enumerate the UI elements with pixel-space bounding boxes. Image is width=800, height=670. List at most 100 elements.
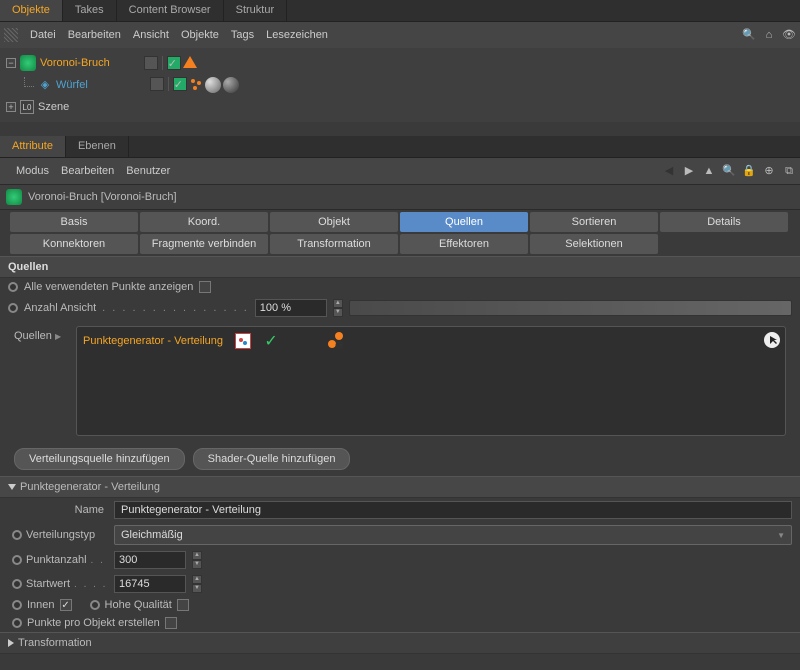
warning-icon[interactable] <box>183 56 197 68</box>
add-shader-button[interactable]: Shader-Quelle hinzufügen <box>193 448 351 470</box>
input-seed[interactable] <box>114 575 186 593</box>
subtab-transform[interactable]: Transformation <box>270 234 398 254</box>
tab-attribute[interactable]: Attribute <box>0 136 66 157</box>
param-anim-dot[interactable] <box>12 579 22 589</box>
menu-objects[interactable]: Objekte <box>181 29 219 41</box>
checkbox-points-per-obj[interactable] <box>165 617 177 629</box>
grip-icon <box>4 28 18 42</box>
cursor-icon <box>763 331 781 352</box>
source-type-icon[interactable] <box>235 333 251 349</box>
subtab-connectors[interactable]: Konnektoren <box>10 234 138 254</box>
checkbox-show-all-points[interactable] <box>199 281 211 293</box>
section-title-transform: Transformation <box>18 637 92 649</box>
section-header-pointgen[interactable]: Punktegenerator - Verteilung <box>0 476 800 498</box>
menu-bookmarks[interactable]: Lesezeichen <box>266 29 328 41</box>
tree-label-voronoi[interactable]: Voronoi-Bruch <box>40 57 110 69</box>
subtab-selections[interactable]: Selektionen <box>530 234 658 254</box>
tree-label-scene[interactable]: Szene <box>38 101 69 113</box>
tab-objects[interactable]: Objekte <box>0 0 63 21</box>
menu-view[interactable]: Ansicht <box>133 29 169 41</box>
nav-fwd-icon[interactable]: ▶ <box>682 164 696 178</box>
tree-row-voronoi[interactable]: − Voronoi-Bruch ✓ <box>0 52 800 74</box>
subtab-sort[interactable]: Sortieren <box>530 212 658 232</box>
subtab-effectors[interactable]: Effektoren <box>400 234 528 254</box>
home-icon[interactable]: ⌂ <box>762 28 776 42</box>
subtab-object[interactable]: Objekt <box>270 212 398 232</box>
tab-layers[interactable]: Ebenen <box>66 136 129 157</box>
expander-icon[interactable]: − <box>6 58 16 68</box>
param-anim-dot[interactable] <box>12 555 22 565</box>
expander-icon[interactable]: + <box>6 102 16 112</box>
search-icon[interactable]: 🔍 <box>742 28 756 42</box>
lock-icon[interactable]: 🔒 <box>742 164 756 178</box>
search-icon[interactable]: 🔍 <box>722 164 736 178</box>
tree-row-scene[interactable]: + L0 Szene <box>0 96 800 118</box>
attribute-subtabs: Basis Koord. Objekt Quellen Sortieren De… <box>0 210 800 256</box>
subtab-basis[interactable]: Basis <box>10 212 138 232</box>
layer-tag-icon[interactable] <box>144 56 158 70</box>
material-icon[interactable] <box>223 77 239 93</box>
layer-tag-icon[interactable] <box>150 77 164 91</box>
add-distribution-button[interactable]: Verteilungsquelle hinzufügen <box>14 448 185 470</box>
enable-tag-icon[interactable]: ✓ <box>173 77 187 91</box>
menu-file[interactable]: Datei <box>30 29 56 41</box>
tab-takes[interactable]: Takes <box>63 0 117 21</box>
dropdown-dist-type[interactable]: Gleichmäßig ▼ <box>114 525 792 545</box>
nav-up-icon[interactable]: ▲ <box>702 164 716 178</box>
top-tab-bar: Objekte Takes Content Browser Struktur <box>0 0 800 22</box>
menu-edit[interactable]: Bearbeiten <box>68 29 121 41</box>
spinner-count-view[interactable]: ▲▼ <box>333 299 343 317</box>
attribute-manager-menu: Modus Bearbeiten Benutzer ◀ ▶ ▲ 🔍 🔒 ⊕ ⧉ <box>0 158 800 184</box>
input-point-count[interactable] <box>114 551 186 569</box>
param-anim-dot[interactable] <box>8 303 18 313</box>
param-anim-dot[interactable] <box>12 600 22 610</box>
menu-tags[interactable]: Tags <box>231 29 254 41</box>
nav-back-icon[interactable]: ◀ <box>662 164 676 178</box>
param-point-count: Punktanzahl . . ▲▼ <box>0 548 800 572</box>
param-anim-dot[interactable] <box>8 282 18 292</box>
spinner-point-count[interactable]: ▲▼ <box>192 551 202 569</box>
new-window-icon[interactable]: ⧉ <box>782 164 796 178</box>
subtab-fraglink[interactable]: Fragmente verbinden <box>140 234 268 254</box>
material-icon[interactable] <box>205 77 221 93</box>
tab-content-browser[interactable]: Content Browser <box>117 0 224 21</box>
dots-icon[interactable] <box>189 77 203 91</box>
source-enabled-icon[interactable]: ✓ <box>263 333 279 349</box>
param-seed: Startwert . . . . ▲▼ <box>0 572 800 596</box>
target-icon[interactable]: ⊕ <box>762 164 776 178</box>
menu-edit[interactable]: Bearbeiten <box>61 165 114 177</box>
tree-label-cube[interactable]: Würfel <box>56 79 88 91</box>
source-buttons-row: Verteilungsquelle hinzufügen Shader-Quel… <box>0 442 800 476</box>
param-points-per-obj-row: Punkte pro Objekt erstellen <box>0 614 800 632</box>
spinner-seed[interactable]: ▲▼ <box>192 575 202 593</box>
dropdown-value: Gleichmäßig <box>121 529 183 541</box>
menu-user[interactable]: Benutzer <box>126 165 170 177</box>
input-count-view[interactable] <box>255 299 327 317</box>
source-item[interactable]: Punktegenerator - Verteilung ✓ <box>83 333 779 349</box>
attribute-object-name: Voronoi-Bruch [Voronoi-Bruch] <box>28 191 177 203</box>
param-label-seed: Startwert <box>26 578 70 590</box>
input-name[interactable] <box>114 501 792 519</box>
menu-mode[interactable]: Modus <box>16 165 49 177</box>
section-header-transform[interactable]: Transformation <box>0 632 800 654</box>
subtab-sources[interactable]: Quellen <box>400 212 528 232</box>
tree-row-cube[interactable]: ◈ Würfel ✓ <box>0 74 800 96</box>
tab-structure[interactable]: Struktur <box>224 0 288 21</box>
param-name: Name <box>0 498 800 522</box>
param-anim-dot[interactable] <box>12 530 22 540</box>
slider-count-view[interactable] <box>349 300 792 316</box>
param-label-dist-type: Verteilungstyp <box>26 529 95 541</box>
param-label-name: Name <box>8 504 108 516</box>
source-view-icon[interactable] <box>327 333 343 349</box>
checkbox-hq[interactable] <box>177 599 189 611</box>
eye-icon[interactable]: 👁 <box>782 28 796 42</box>
subtab-details[interactable]: Details <box>660 212 788 232</box>
param-show-all-points: Alle verwendeten Punkte anzeigen <box>0 278 800 296</box>
param-anim-dot[interactable] <box>12 618 22 628</box>
section-header-sources: Quellen <box>0 256 800 278</box>
param-anim-dot[interactable] <box>90 600 100 610</box>
enable-tag-icon[interactable]: ✓ <box>167 56 181 70</box>
sources-list[interactable]: Punktegenerator - Verteilung ✓ <box>76 326 786 436</box>
subtab-coord[interactable]: Koord. <box>140 212 268 232</box>
checkbox-inner[interactable] <box>60 599 72 611</box>
